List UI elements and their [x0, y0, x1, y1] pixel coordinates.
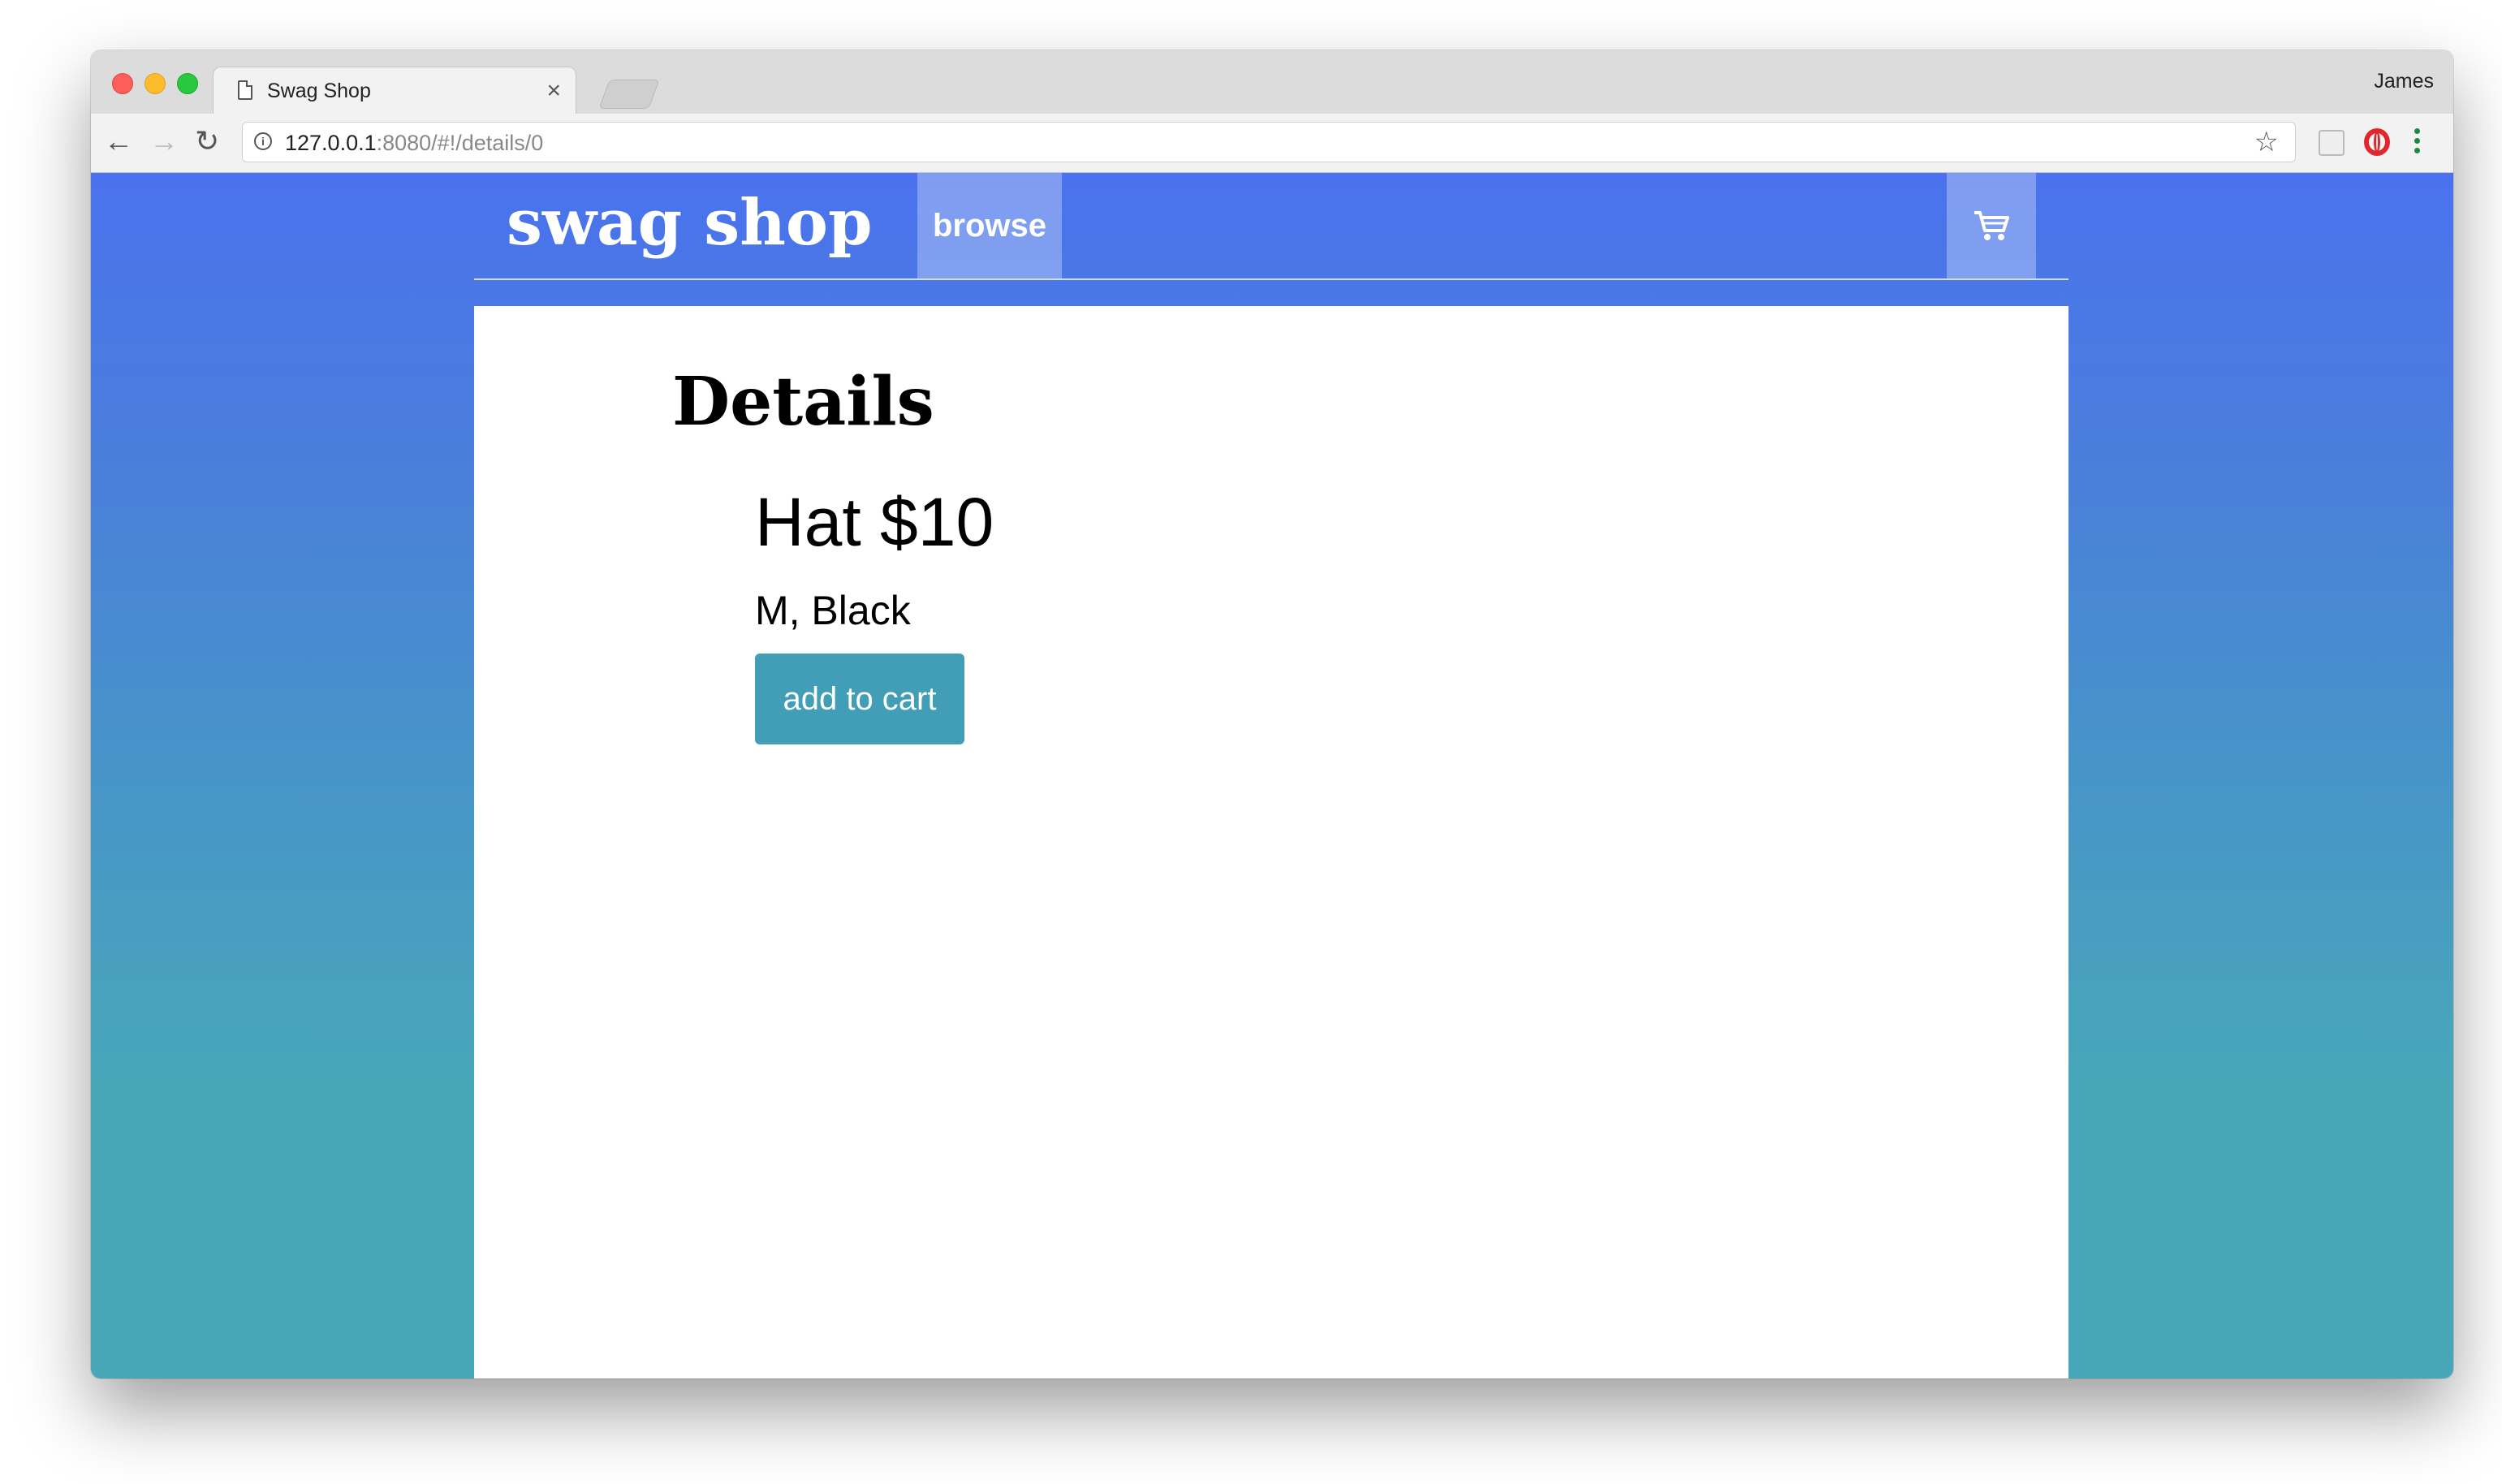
reload-icon[interactable]: ↻: [195, 127, 219, 156]
cart-button[interactable]: [1947, 173, 2036, 278]
back-icon[interactable]: ←: [104, 127, 133, 156]
new-tab-button[interactable]: [598, 80, 660, 109]
bookmark-star-icon[interactable]: ☆: [2254, 126, 2279, 158]
site-brand[interactable]: swag shop: [507, 186, 872, 260]
browser-window: Swag Shop × James ← → ↻ i 127.0.0.1:8080…: [91, 50, 2453, 1378]
cart-icon: [1974, 211, 2009, 240]
site-navbar: swag shop browse: [474, 173, 2068, 280]
url-host: 127.0.0.1: [285, 131, 377, 155]
browse-link[interactable]: browse: [917, 173, 1062, 278]
address-bar[interactable]: i 127.0.0.1:8080/#!/details/0 ☆: [242, 122, 2296, 162]
tab-title: Swag Shop: [267, 80, 371, 102]
browser-toolbar: ← → ↻ i 127.0.0.1:8080/#!/details/0 ☆: [91, 114, 2453, 173]
page-icon: [238, 80, 252, 100]
details-panel: Details Hat $10 M, Black add to cart: [474, 306, 2068, 1378]
add-to-cart-button[interactable]: add to cart: [755, 654, 964, 744]
info-icon[interactable]: i: [254, 132, 272, 150]
product-title-price: Hat $10: [755, 484, 994, 560]
opera-extension-icon[interactable]: [2364, 128, 2390, 156]
page-title: Details: [672, 363, 934, 441]
browser-tab[interactable]: Swag Shop ×: [213, 67, 576, 114]
close-window-button[interactable]: [112, 73, 133, 94]
forward-icon[interactable]: →: [149, 127, 179, 156]
product-variant: M, Black: [755, 588, 911, 633]
more-menu-icon[interactable]: [2414, 128, 2421, 157]
tab-strip: Swag Shop × James: [91, 50, 2453, 114]
url-text[interactable]: 127.0.0.1:8080/#!/details/0: [285, 131, 543, 156]
url-path: :8080/#!/details/0: [376, 131, 544, 155]
extension-icon[interactable]: [2319, 130, 2345, 156]
maximize-window-button[interactable]: [177, 73, 198, 94]
page-viewport: swag shop browse Details Hat $10 M, Blac…: [91, 173, 2453, 1378]
minimize-window-button[interactable]: [145, 73, 166, 94]
profile-name[interactable]: James: [2374, 70, 2434, 93]
tab-close-icon[interactable]: ×: [546, 77, 561, 105]
